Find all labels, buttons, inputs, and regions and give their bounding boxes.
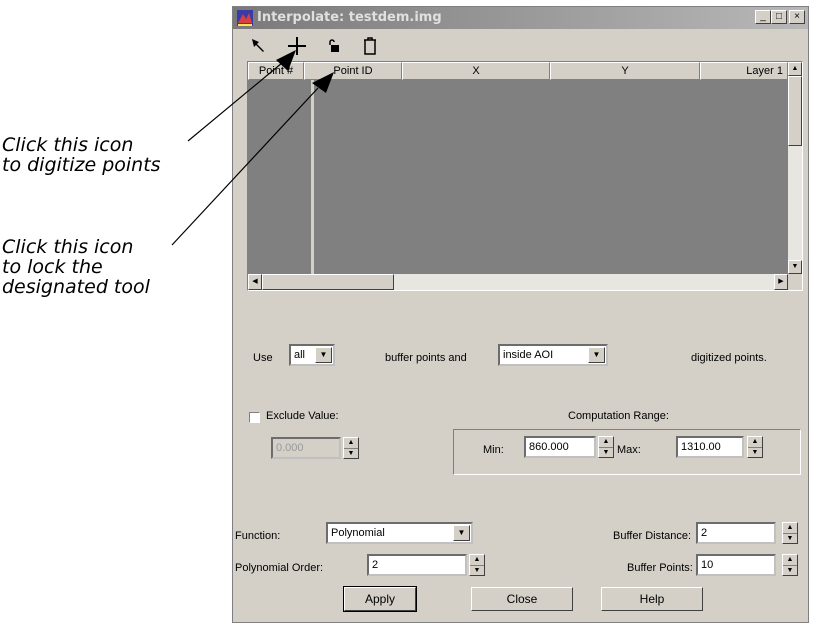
callout-leaders: [171, 50, 334, 246]
digitize-leader: [187, 50, 296, 142]
lock-leader: [171, 72, 334, 246]
